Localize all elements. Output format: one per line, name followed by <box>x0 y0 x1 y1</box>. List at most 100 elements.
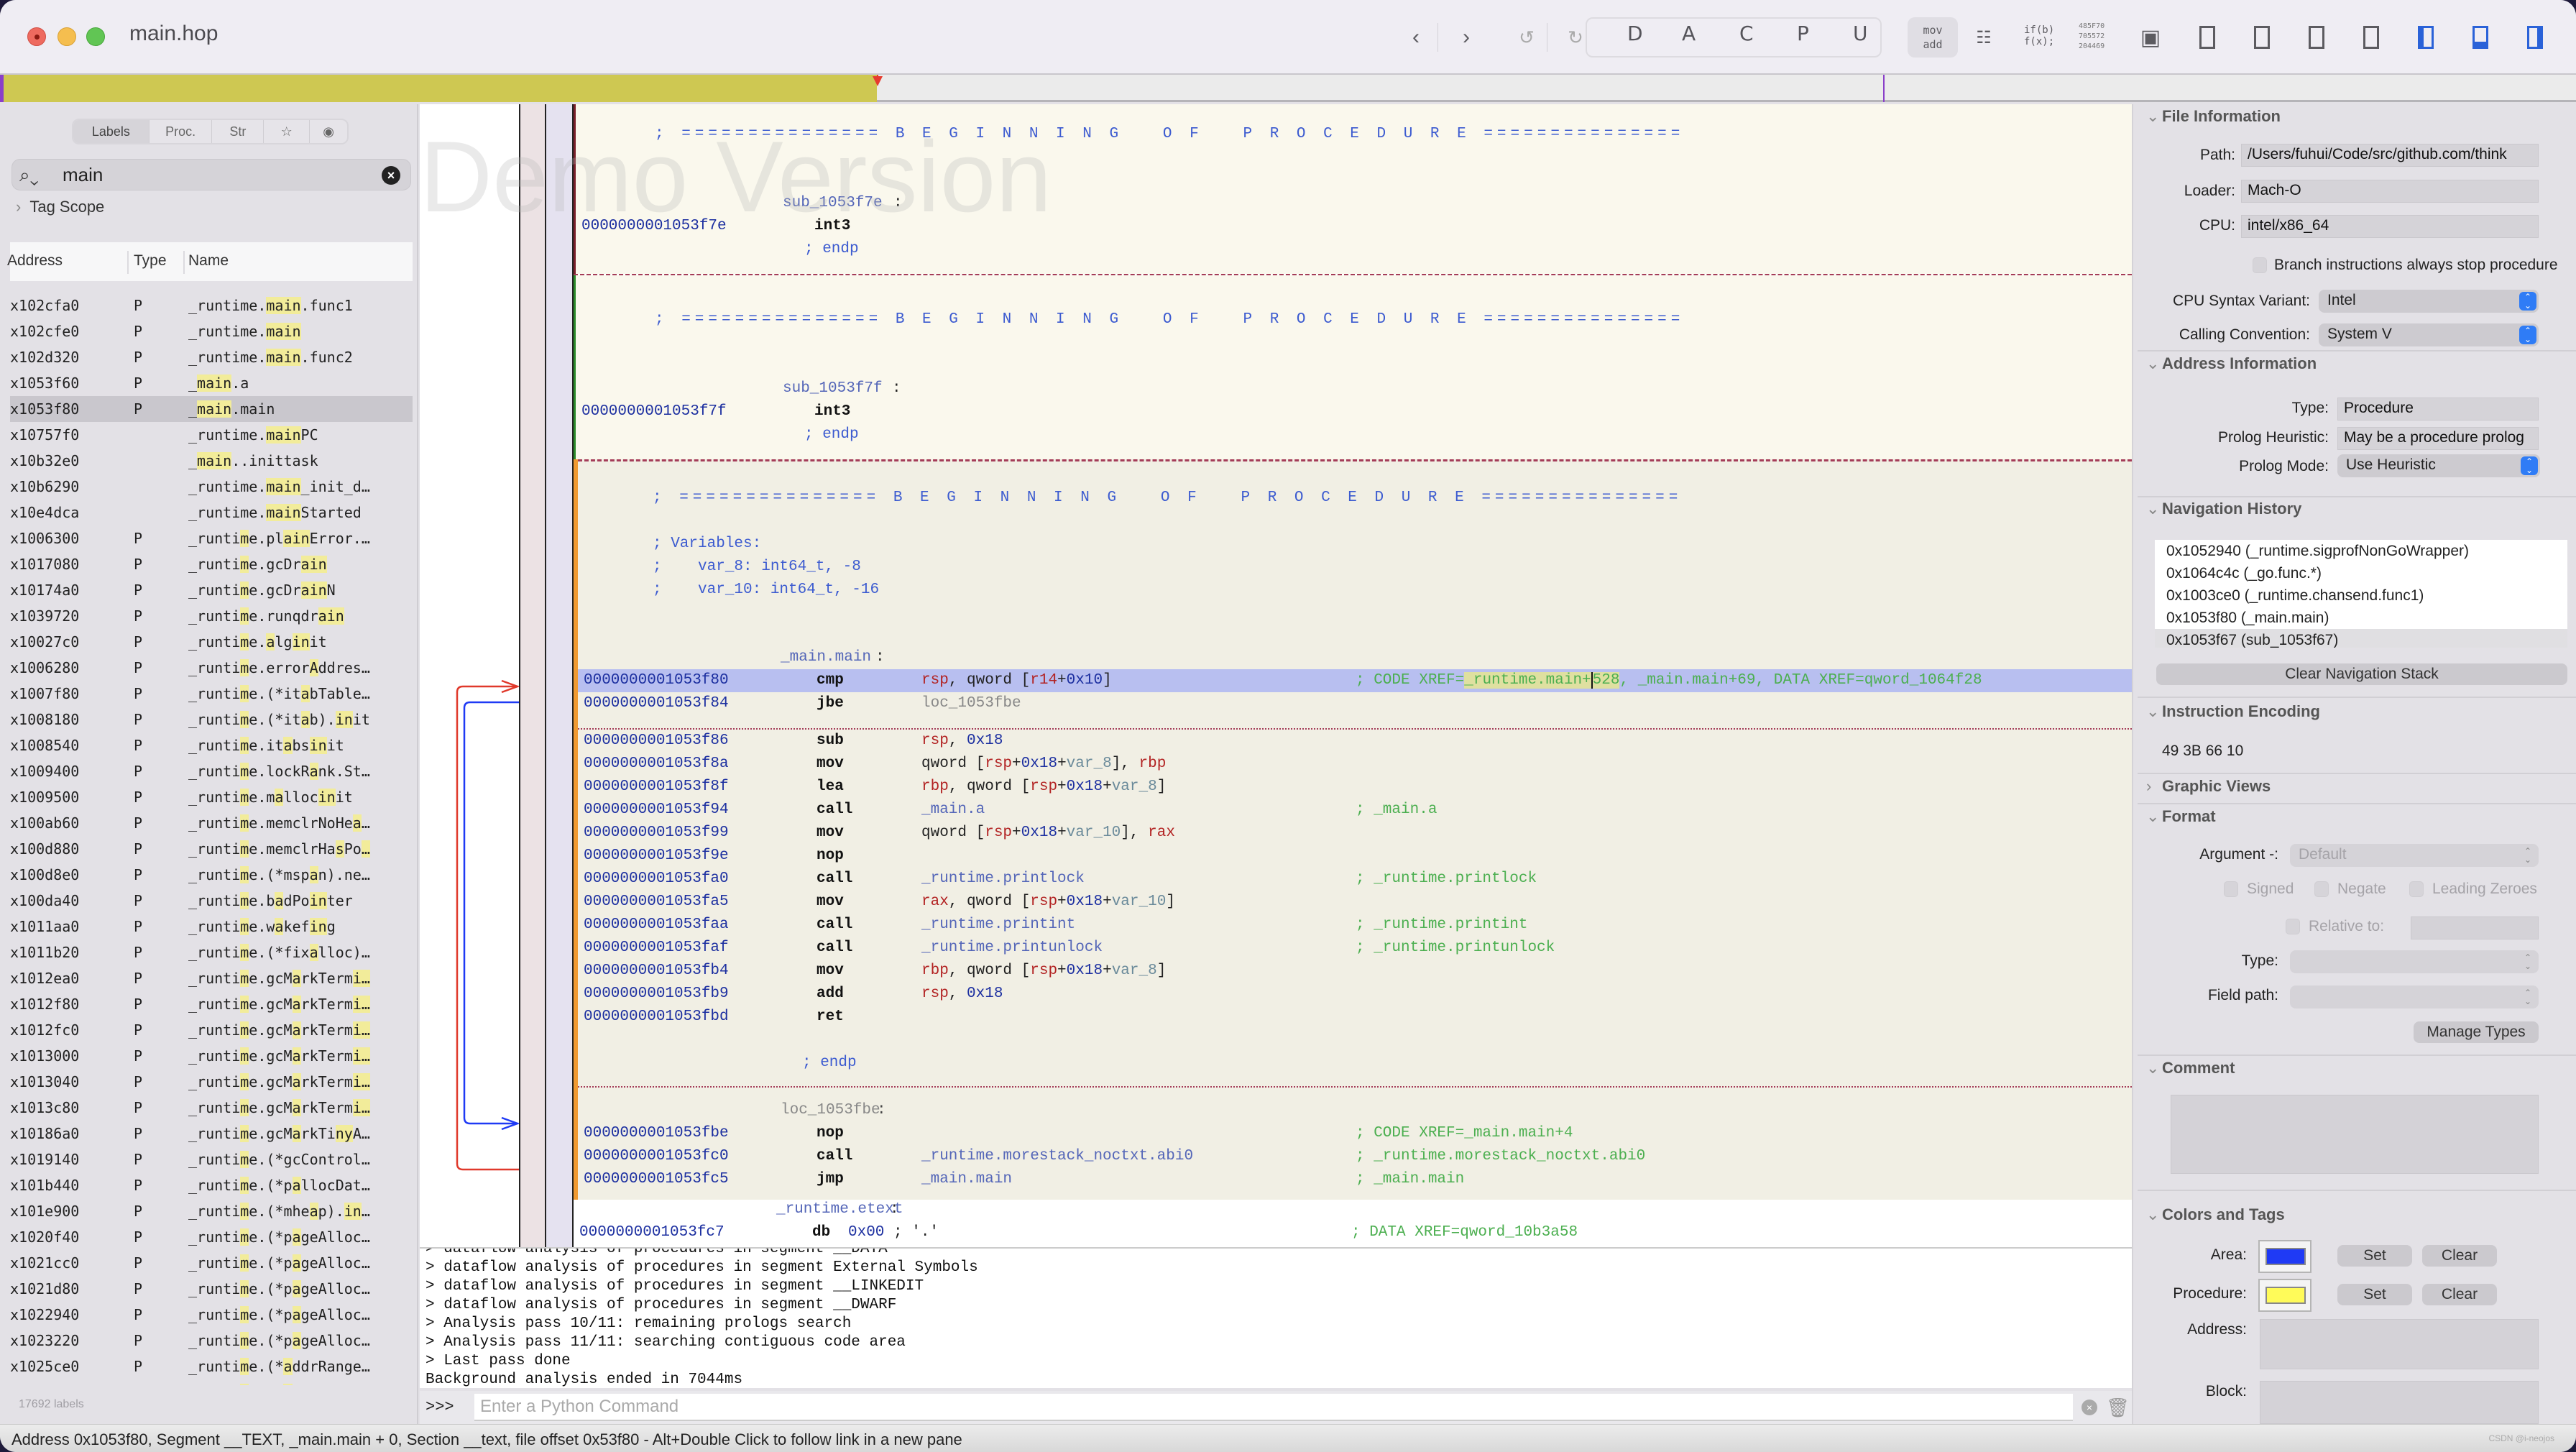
navigation-history-item[interactable]: 0x1052940 (_runtime.sigprofNonGoWrapper) <box>2155 540 2567 562</box>
instruction-line[interactable]: 0000000001053fbd ret <box>578 1006 2132 1029</box>
navigation-history-item[interactable]: 0x1064c4c (_go.func.*) <box>2155 562 2567 584</box>
section-comment[interactable]: ⌄ Comment <box>2146 1059 2235 1077</box>
label-row[interactable]: x1021cc0 P _runtime.(*pageAlloc… <box>10 1250 413 1276</box>
tab-procedures[interactable]: Proc. <box>150 120 213 143</box>
instruction-operands[interactable]: rsp, 0x18 <box>921 730 1003 753</box>
instruction-comment[interactable]: ; _main.a <box>1356 799 1437 822</box>
toggle-left-sidebar-button[interactable] <box>2418 26 2434 49</box>
label-row[interactable]: x1006300 P _runtime.plainError.… <box>10 525 413 551</box>
instruction-line[interactable]: 0000000001053f8a mov qword [rsp+0x18+var_8… <box>578 753 2132 776</box>
label-row[interactable]: x1023220 P _runtime.(*pageAlloc… <box>10 1328 413 1354</box>
label-row[interactable]: x101e900 P _runtime.(*mheap).in… <box>10 1198 413 1224</box>
data-label[interactable]: _runtime.etext <box>776 1198 903 1221</box>
label-row[interactable]: x1012f80 P _runtime.gcMarkTermi… <box>10 991 413 1017</box>
label-row[interactable]: x1013c80 P _runtime.gcMarkTermi… <box>10 1095 413 1121</box>
undo-button[interactable]: ↺ <box>1515 22 1538 53</box>
instruction-operands[interactable]: qword [rsp+0x18+var_8], rbp <box>921 753 1166 776</box>
section-instruction-encoding[interactable]: ⌄ Instruction Encoding <box>2146 702 2320 721</box>
type-data-button[interactable]: D <box>1627 22 1643 45</box>
tab-tags[interactable]: ◉ <box>310 120 347 143</box>
cfg-view-button[interactable]: ☷ <box>1971 22 1997 53</box>
label-row[interactable]: x1021d80 P _runtime.(*pageAlloc… <box>10 1276 413 1302</box>
swap-pane-button[interactable] <box>2363 26 2379 49</box>
instruction-line[interactable]: 0000000001053fb4 mov rbp, qword [rsp+0x18+… <box>578 960 2132 983</box>
instruction-line[interactable]: 0000000001053f8f lea rbp, qword [rsp+0x18+… <box>578 776 2132 799</box>
instruction-line[interactable]: 0000000001053f86 sub rsp, 0x18 <box>578 730 2132 753</box>
instruction-comment[interactable]: ; _runtime.morestack_noctxt.abi0 <box>1356 1145 1645 1168</box>
label-row[interactable]: x1007f80 P _runtime.(*itabTable… <box>10 681 413 707</box>
label-search-field[interactable]: ⌕⌄ main × <box>12 159 411 190</box>
label-row[interactable]: x1009500 P _runtime.mallocinit <box>10 784 413 810</box>
label-row[interactable]: x1019140 P _runtime.(*gcControl… <box>10 1147 413 1172</box>
instruction-operands[interactable]: _runtime.printlock <box>921 868 1085 891</box>
trash-icon[interactable]: 🗑︎ <box>2106 1397 2130 1419</box>
label-row[interactable]: x1053f60 P _main.a <box>10 370 413 396</box>
instruction-line[interactable]: 0000000001053fb9 add rsp, 0x18 <box>578 983 2132 1006</box>
python-command-input[interactable]: Enter a Python Command <box>474 1394 2073 1421</box>
breakpoint-column[interactable] <box>519 104 546 1247</box>
procedure-label[interactable]: sub_1053f7e <box>783 192 883 215</box>
label-row[interactable]: x1013000 P _runtime.gcMarkTermi… <box>10 1043 413 1069</box>
label-row[interactable]: x10b6290 _runtime.main_init_d… <box>10 474 413 500</box>
label-row[interactable]: x100d8e0 P _runtime.(*mspan).ne… <box>10 862 413 888</box>
close-window-button[interactable] <box>27 27 46 46</box>
manage-types-button[interactable]: Manage Types <box>2414 1021 2539 1043</box>
label-row[interactable]: x1009400 P _runtime.lockRank.St… <box>10 758 413 784</box>
segment-navigation-bar[interactable] <box>0 75 2576 102</box>
instruction-comment[interactable]: ; DATA XREF=qword_10b3a58 <box>1351 1221 1578 1244</box>
procedure-label[interactable]: _main.main <box>781 646 871 669</box>
calling-convention-select[interactable]: System V ⌃ ⌄ <box>2319 323 2539 346</box>
label-row[interactable]: x1011b20 P _runtime.(*fixalloc)… <box>10 939 413 965</box>
instruction-line[interactable]: 0000000001053fc0 call _runtime.morestack_n… <box>578 1145 2132 1168</box>
instruction-comment[interactable]: ; _runtime.printint <box>1356 914 1527 937</box>
label-row[interactable]: x10e4dca _runtime.mainStarted <box>10 500 413 525</box>
instruction-operands[interactable]: loc_1053fbe <box>921 692 1021 715</box>
navigation-history-item[interactable]: 0x1053f67 (sub_1053f67) <box>2155 629 2567 648</box>
section-navigation-history[interactable]: ⌄ Navigation History <box>2146 500 2301 518</box>
navigation-history-item[interactable]: 0x1003ce0 (_runtime.chansend.func1) <box>2155 584 2567 607</box>
instruction-line[interactable]: 0000000001053f84 jbe loc_1053fbe <box>578 692 2132 715</box>
label-row[interactable]: x100da40 P _runtime.badPointer <box>10 888 413 914</box>
clear-input-icon[interactable]: × <box>2082 1400 2097 1415</box>
instruction-line[interactable]: 0000000001053fc7 db 0x00 ; '.' ; DATA XREF=… <box>574 1221 2132 1244</box>
label-row[interactable]: x100d880 P _runtime.memclrHasPo… <box>10 836 413 862</box>
instruction-operands[interactable]: rbp, qword [rsp+0x18+var_8] <box>921 776 1166 799</box>
section-format[interactable]: ⌄ Format <box>2146 807 2216 826</box>
split-horizontal-button[interactable] <box>2254 26 2270 49</box>
instruction-comment[interactable]: ; _runtime.printunlock <box>1356 937 1555 960</box>
prolog-mode-select[interactable]: Use Heuristic ⌃ ⌄ <box>2337 454 2540 477</box>
instruction-line[interactable]: 0000000001053f7f int3 <box>576 400 2132 423</box>
label-row[interactable]: x1013040 P _runtime.gcMarkTermi… <box>10 1069 413 1095</box>
instruction-operands[interactable]: 0x00 ; '.' <box>848 1221 939 1244</box>
argument-format-select[interactable]: Default ⌃ ⌄ <box>2290 844 2539 867</box>
label-row[interactable]: x1053f80 P _main.main <box>10 396 413 422</box>
type-undefined-button[interactable]: U <box>1853 22 1868 45</box>
zoom-window-button[interactable] <box>86 27 105 46</box>
label-row[interactable]: x1020f40 P _runtime.(*pageAlloc… <box>10 1224 413 1250</box>
label-row[interactable]: x1008180 P _runtime.(*itab).init <box>10 707 413 732</box>
redo-button[interactable]: ↻ <box>1564 22 1587 53</box>
instruction-operands[interactable]: _runtime.printint <box>921 914 1075 937</box>
instruction-operands[interactable]: rbp, qword [rsp+0x18+var_8] <box>921 960 1166 983</box>
label-row[interactable]: x102d320 P _runtime.main.func2 <box>10 344 413 370</box>
instruction-line[interactable]: 0000000001053f99 mov qword [rsp+0x18+var_1… <box>578 822 2132 845</box>
procedure-set-button[interactable]: Set <box>2337 1284 2412 1305</box>
type-ascii-button[interactable]: A <box>1682 22 1696 45</box>
toggle-inspector-button[interactable] <box>2527 26 2543 49</box>
tab-labels[interactable]: Labels <box>73 120 150 143</box>
path-field[interactable]: /Users/fuhui/Code/src/github.com/think <box>2241 144 2539 167</box>
label-row[interactable]: x10027c0 P _runtime.alginit <box>10 629 413 655</box>
asm-mode-button[interactable]: mov add <box>1908 17 1958 58</box>
cpu-button[interactable]: ▣ <box>2136 22 2165 53</box>
instruction-comment[interactable]: ; CODE XREF=_runtime.main+528, _main.mai… <box>1356 669 1982 692</box>
negate-checkbox[interactable] <box>2314 881 2329 897</box>
instruction-line[interactable]: 0000000001053faa call _runtime.printint ; _… <box>578 914 2132 937</box>
navigation-history-list[interactable]: 0x1052940 (_runtime.sigprofNonGoWrapper)… <box>2155 540 2567 648</box>
instruction-line[interactable]: 0000000001053f7e int3 <box>576 215 2132 238</box>
tag-scope-disclosure[interactable]: › Tag Scope <box>16 198 104 216</box>
label-row[interactable]: x10174a0 P _runtime.gcDrainN <box>10 577 413 603</box>
loader-field[interactable]: Mach-O <box>2241 180 2539 203</box>
instruction-line[interactable]: 0000000001053fbe nop ; CODE XREF=_main.mai… <box>578 1122 2132 1145</box>
block-tags-field[interactable] <box>2260 1381 2539 1424</box>
hex-view-button[interactable]: 485F70 705572 204469 <box>2079 22 2104 52</box>
